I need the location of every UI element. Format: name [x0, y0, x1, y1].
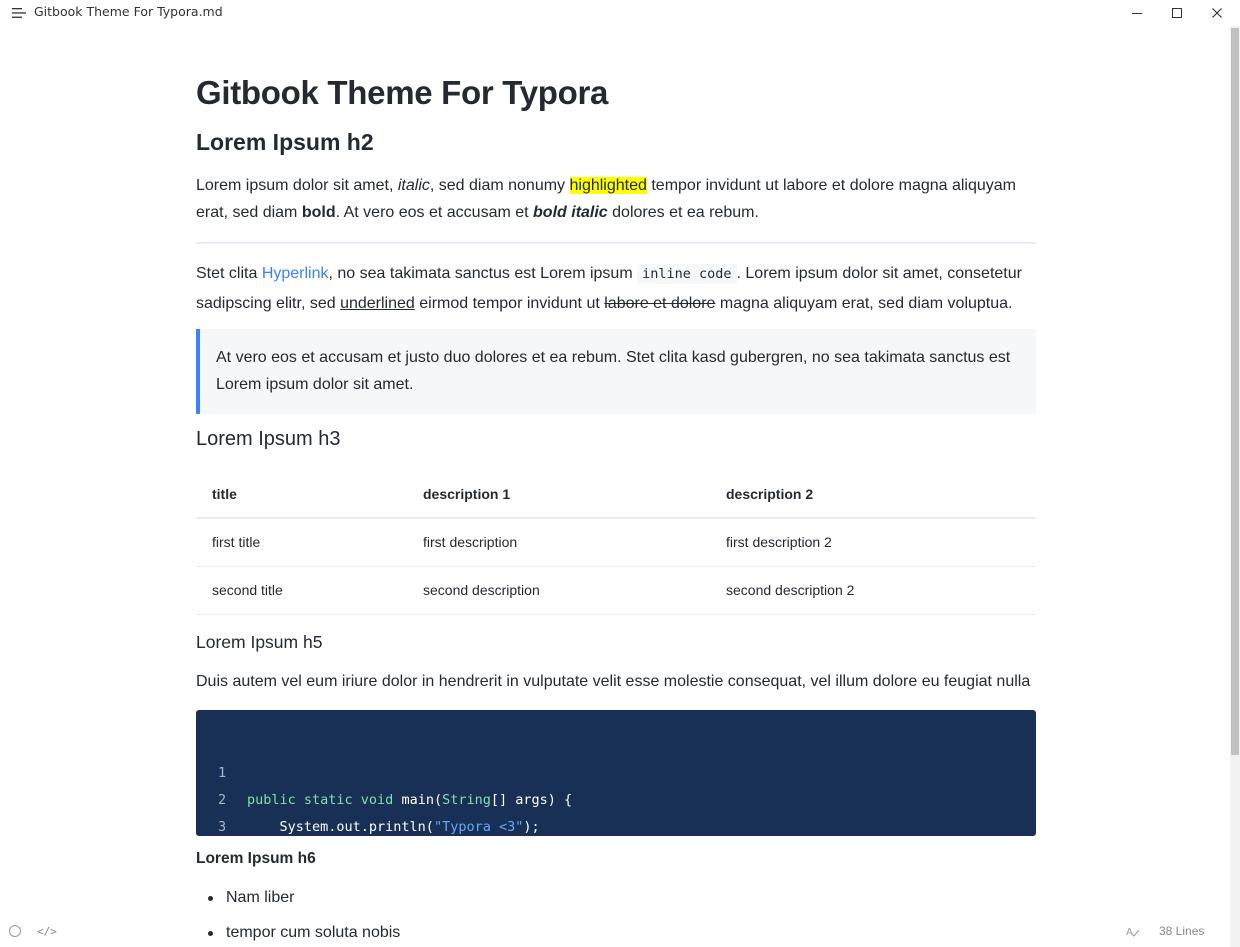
table-cell: second description 2 — [710, 566, 1036, 615]
table-cell: second description — [407, 566, 710, 615]
list-item: tempor cum soluta nobis — [207, 920, 400, 947]
table-header-row: title description 1 description 2 — [196, 470, 1036, 519]
window-title: Gitbook Theme For Typora.md — [34, 4, 223, 19]
source-code-mode-icon[interactable]: </> — [37, 925, 57, 938]
close-icon — [1212, 8, 1222, 18]
bullet-list: Nam liber tempor cum soluta nobis — [207, 885, 400, 947]
paragraph-h5: Duis autem vel eum iriure dolor in hendr… — [196, 673, 1031, 690]
bold-text: bold — [301, 204, 336, 221]
minimize-button[interactable] — [1126, 3, 1148, 23]
blockquote: At vero eos et accusam et justo duo dolo… — [196, 329, 1036, 414]
table-cell: first description — [407, 518, 710, 567]
scrollbar-thumb[interactable] — [1231, 28, 1239, 755]
outline-toggle-icon[interactable] — [9, 925, 21, 937]
blockquote-text: At vero eos et accusam et justo duo dolo… — [216, 349, 1011, 393]
bold-italic-text: bold italic — [533, 204, 608, 221]
underlined-text: underlined — [340, 295, 415, 312]
minimize-icon — [1132, 13, 1142, 14]
strikethrough-text: labore et dolore — [604, 295, 716, 312]
italic-text: italic — [397, 177, 430, 194]
inline-code: inline code — [637, 264, 737, 284]
heading-1: Gitbook Theme For Typora — [196, 74, 609, 111]
table-cell: first title — [196, 518, 407, 567]
code-block[interactable]: 1 public static void main(String[] args)… — [196, 710, 1036, 862]
heading-6: Lorem Ipsum h6 — [196, 850, 316, 867]
code-keyword: public static void — [247, 792, 394, 808]
table-header: description 1 — [407, 470, 710, 519]
hyperlink[interactable]: Hyperlink — [262, 265, 329, 282]
code-string: "Typora <3" — [433, 819, 524, 835]
code-line: 1 public static void main(String[] args)… — [196, 733, 572, 808]
close-button[interactable] — [1206, 3, 1228, 23]
heading-2: Lorem Ipsum h2 — [196, 129, 374, 155]
table-row: second title second description second d… — [196, 566, 1036, 615]
table-header: title — [196, 470, 407, 519]
table-cell: second title — [196, 566, 407, 615]
line-number: 3 — [218, 819, 227, 835]
code-line: 2 System.out.println("Typora <3"); — [196, 760, 540, 835]
heading-3: Lorem Ipsum h3 — [196, 428, 341, 450]
list-item: Nam liber — [207, 885, 400, 920]
code-line: 3 } — [196, 787, 255, 862]
table-cell: first description 2 — [710, 518, 1036, 567]
maximize-icon — [1172, 8, 1182, 18]
horizontal-rule — [196, 242, 1036, 244]
table-row: first title first description first desc… — [196, 518, 1036, 567]
title-bar: Gitbook Theme For Typora.md — [0, 0, 1240, 26]
menu-icon[interactable] — [11, 6, 27, 20]
spellcheck-icon[interactable]: A — [1126, 924, 1140, 941]
code-type: String — [442, 792, 491, 808]
paragraph-formatting: Lorem ipsum dolor sit amet, italic, sed … — [196, 177, 1017, 221]
data-table: title description 1 description 2 first … — [196, 470, 1036, 615]
maximize-button[interactable] — [1166, 3, 1188, 23]
line-count[interactable]: 38 Lines — [1159, 924, 1204, 938]
heading-5: Lorem Ipsum h5 — [196, 632, 323, 652]
svg-text:A: A — [1126, 927, 1133, 938]
highlighted-text: highlighted — [569, 177, 647, 194]
table-header: description 2 — [710, 470, 1036, 519]
paragraph-inline: Stet clita Hyperlink, no sea takimata sa… — [196, 264, 1022, 312]
